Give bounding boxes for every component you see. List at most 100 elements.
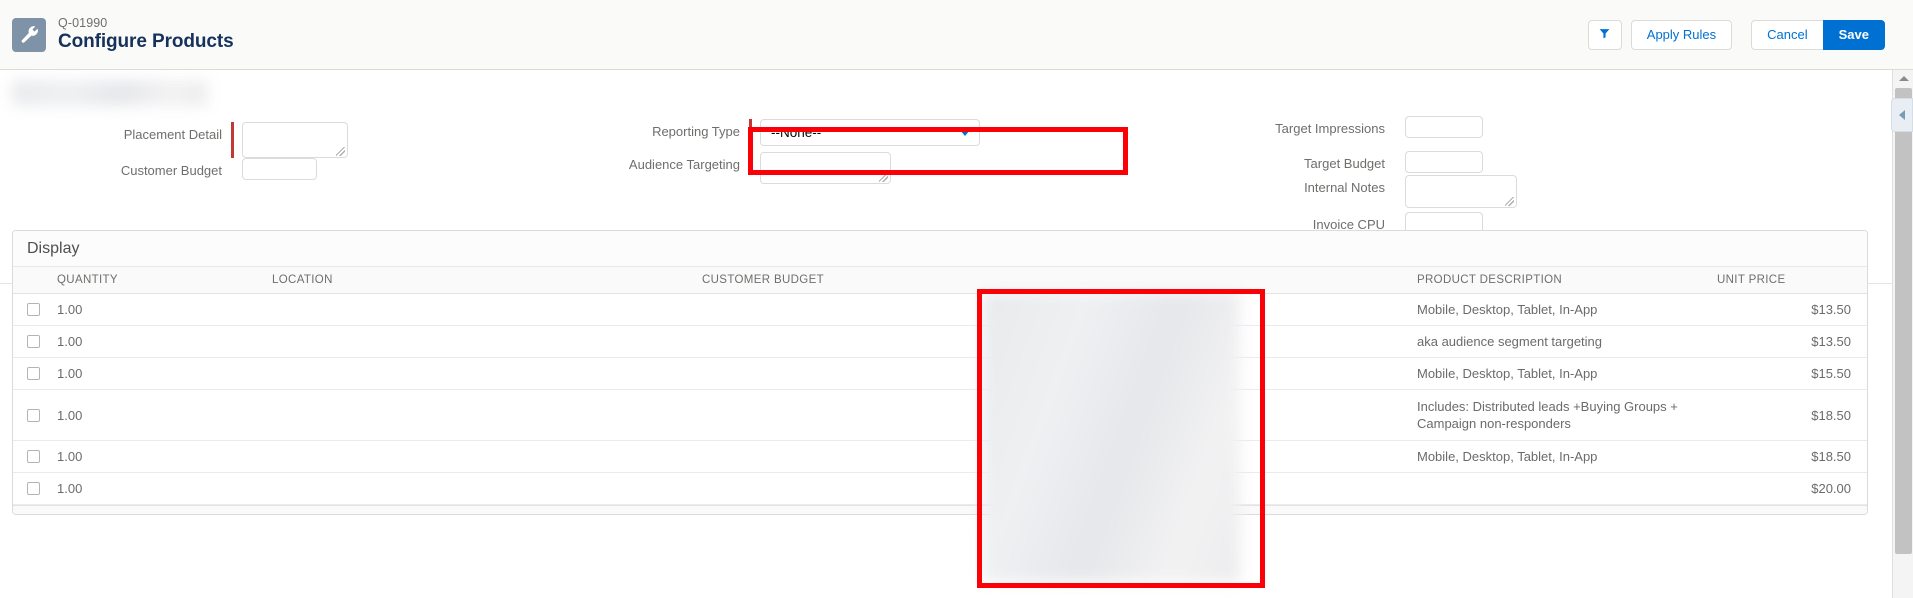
table-row[interactable]: 1.00 Includes: Distributed leads +Buying… [13, 389, 1867, 442]
placement-detail-textarea[interactable] [242, 122, 348, 158]
scrollbar-thumb[interactable] [1895, 88, 1912, 554]
field-label: Reporting Type [652, 124, 740, 139]
cell-location [264, 357, 694, 390]
card-section-title: Display [13, 231, 1867, 267]
cell-unit-price: $13.50 [1709, 325, 1867, 358]
title-block: Q-01990 Configure Products [58, 16, 234, 53]
products-table-head: QUANTITY LOCATION CUSTOMER BUDGET PRODUC… [13, 267, 1867, 294]
row-checkbox[interactable] [27, 450, 40, 464]
cell-location [264, 293, 694, 326]
record-number: Q-01990 [58, 15, 108, 30]
required-indicator [749, 119, 752, 146]
cell-location [264, 472, 694, 506]
cell-product-description: Mobile, Desktop, Tablet, In-App [1409, 293, 1709, 326]
field-internal-notes: Internal Notes [1240, 175, 1517, 208]
cell-product-description: Mobile, Desktop, Tablet, In-App [1409, 440, 1709, 474]
redacted-section-title [12, 80, 208, 106]
field-label: Customer Budget [120, 163, 222, 178]
field-label: Invoice CPU [1312, 217, 1385, 232]
header-identity: Q-01990 Configure Products [0, 16, 234, 53]
field-label: Internal Notes [1304, 180, 1385, 195]
card-footer [13, 505, 1867, 514]
field-customer-budget: Customer Budget [20, 158, 360, 180]
cell-location [264, 440, 694, 474]
row-checkbox-cell [13, 357, 49, 390]
field-target-impressions: Target Impressions [1240, 116, 1483, 138]
cell-product-description [1409, 472, 1709, 506]
row-checkbox[interactable] [27, 408, 40, 422]
display-products-card: Display QUANTITY LOCATION CUSTOMER BUDGE… [12, 230, 1868, 515]
collapse-panel-tab[interactable] [1891, 98, 1913, 132]
wrench-icon [12, 17, 46, 52]
column-header-quantity[interactable]: QUANTITY [49, 267, 264, 294]
row-checkbox-cell [13, 472, 49, 506]
save-cancel-group: Cancel Save [1751, 19, 1885, 50]
target-impressions-input[interactable] [1405, 116, 1483, 138]
field-label: Target Impressions [1275, 121, 1385, 136]
apply-rules-button[interactable]: Apply Rules [1630, 19, 1733, 50]
caret-up-icon [1898, 76, 1909, 81]
field-reporting-type: Reporting Type --None-- [620, 119, 980, 146]
column-header-customer-budget[interactable]: CUSTOMER BUDGET [694, 267, 1124, 294]
audience-targeting-textarea[interactable] [760, 152, 891, 184]
cell-product-description: Mobile, Desktop, Tablet, In-App [1409, 357, 1709, 390]
table-row[interactable]: 1.00 aka audience segment targeting $13.… [13, 325, 1867, 358]
field-placement-detail: Placement Detail [20, 122, 360, 158]
cell-location [264, 325, 694, 358]
cell-quantity: 1.00 [49, 293, 264, 326]
field-label: Placement Detail [123, 127, 222, 142]
header-actions: Apply Rules Cancel Save [1587, 19, 1913, 50]
cell-unit-price: $15.50 [1709, 357, 1867, 390]
internal-notes-textarea[interactable] [1405, 175, 1517, 208]
row-checkbox-cell [13, 325, 49, 358]
row-checkbox[interactable] [27, 335, 40, 348]
products-table: QUANTITY LOCATION CUSTOMER BUDGET PRODUC… [13, 267, 1867, 506]
table-row[interactable]: 1.00 Mobile, Desktop, Tablet, In-App $18… [13, 440, 1867, 474]
field-label: Target Budget [1304, 156, 1385, 171]
required-indicator [231, 122, 234, 158]
cell-product-description: Includes: Distributed leads +Buying Grou… [1409, 389, 1709, 442]
scroll-up-button[interactable] [1893, 70, 1913, 87]
app-header: Q-01990 Configure Products Apply Rules C… [0, 0, 1913, 70]
products-table-body: 1.00 Mobile, Desktop, Tablet, In-App $13… [13, 293, 1867, 506]
cell-unit-price: $20.00 [1709, 472, 1867, 506]
filter-button[interactable] [1587, 19, 1622, 50]
row-checkbox[interactable] [27, 303, 40, 316]
cell-quantity: 1.00 [49, 357, 264, 390]
row-checkbox-cell [13, 440, 49, 474]
customer-budget-input[interactable] [242, 158, 317, 180]
column-header-unit-price[interactable]: UNIT PRICE [1709, 267, 1867, 294]
save-button[interactable]: Save [1822, 19, 1885, 50]
target-budget-input[interactable] [1405, 151, 1483, 173]
redacted-table-column [982, 292, 1240, 582]
table-row[interactable]: 1.00 Mobile, Desktop, Tablet, In-App $13… [13, 293, 1867, 326]
cell-quantity: 1.00 [49, 440, 264, 474]
row-checkbox[interactable] [27, 367, 40, 380]
row-checkbox-cell [13, 293, 49, 326]
cell-quantity: 1.00 [49, 389, 264, 442]
cell-quantity: 1.00 [49, 325, 264, 358]
column-header-product-description[interactable]: PRODUCT DESCRIPTION [1409, 267, 1709, 294]
page-title: Configure Products [58, 31, 234, 53]
vertical-scrollbar[interactable] [1892, 70, 1913, 598]
table-row[interactable]: 1.00 Mobile, Desktop, Tablet, In-App $15… [13, 357, 1867, 390]
cell-product-description: aka audience segment targeting [1409, 325, 1709, 358]
row-checkbox[interactable] [27, 482, 40, 496]
reporting-type-value: --None-- [771, 125, 822, 140]
column-header-location[interactable]: LOCATION [264, 267, 694, 294]
cancel-button[interactable]: Cancel [1751, 19, 1824, 50]
chevron-left-icon [1899, 110, 1905, 120]
field-label: Audience Targeting [628, 157, 740, 172]
reporting-type-select[interactable]: --None-- [760, 119, 980, 146]
row-checkbox-cell [13, 389, 49, 442]
cell-unit-price: $18.50 [1709, 440, 1867, 474]
page-body: Placement Detail Customer Budget Reporti… [0, 70, 1892, 598]
cell-unit-price: $18.50 [1709, 389, 1867, 442]
select-all-header [13, 267, 49, 294]
chevron-down-icon [960, 129, 970, 136]
table-row[interactable]: 1.00 $20.00 [13, 472, 1867, 506]
cell-unit-price: $13.50 [1709, 293, 1867, 326]
field-target-budget: Target Budget [1240, 151, 1483, 173]
table-header-row: QUANTITY LOCATION CUSTOMER BUDGET PRODUC… [13, 267, 1867, 294]
cell-location [264, 389, 694, 442]
